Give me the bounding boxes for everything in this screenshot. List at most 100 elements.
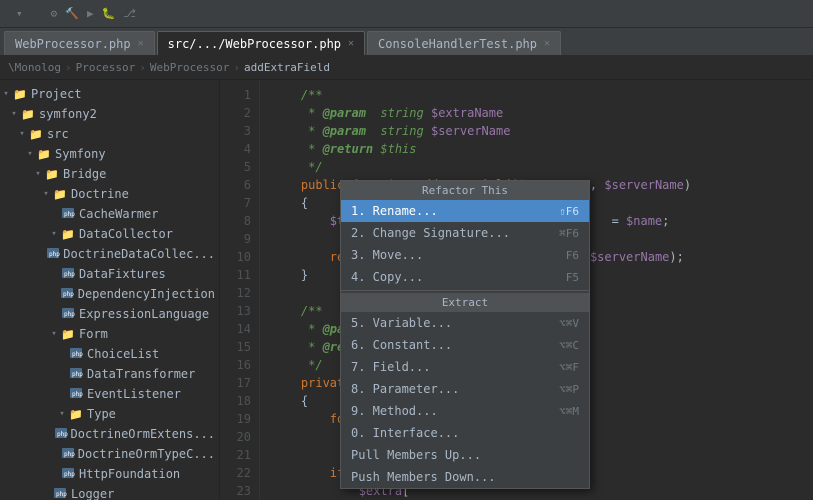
- tree-item[interactable]: ▾📁Project: [0, 84, 219, 104]
- tree-item[interactable]: phpDoctrineOrmTypeC...: [0, 444, 219, 464]
- code-editor[interactable]: 1234567891011121314151617181920212223242…: [220, 80, 813, 500]
- tree-item-label: DataCollector: [79, 227, 173, 241]
- tree-arrow-icon[interactable]: ▾: [24, 149, 36, 159]
- tree-item-label: Project: [31, 87, 82, 101]
- git-icon[interactable]: ⎇: [121, 5, 138, 22]
- menu-item-method[interactable]: 9. Method...⌥⌘M: [341, 400, 589, 422]
- menu-item-pull_up[interactable]: Pull Members Up...: [341, 444, 589, 466]
- menu-item-label: 8. Parameter...: [351, 382, 459, 396]
- menu-item-variable[interactable]: 5. Variable...⌥⌘V: [341, 312, 589, 334]
- file-icon: php: [46, 246, 60, 263]
- tree-item-label: Doctrine: [71, 187, 129, 201]
- tree-item[interactable]: phpExpressionLanguage: [0, 304, 219, 324]
- svg-text:php: php: [72, 371, 83, 378]
- svg-text:php: php: [64, 311, 75, 318]
- tree-item[interactable]: ▾📁Bridge: [0, 164, 219, 184]
- tree-item-label: ChoiceList: [87, 347, 159, 361]
- tree-arrow-icon[interactable]: ▾: [32, 169, 44, 179]
- svg-text:php: php: [64, 271, 75, 278]
- tree-arrow-icon[interactable]: ▾: [48, 329, 60, 339]
- tree-item-label: Logger: [71, 487, 114, 500]
- context-menu[interactable]: Refactor This1. Rename...⇧F62. Change Si…: [340, 180, 590, 489]
- tab-close-icon[interactable]: ✕: [348, 38, 354, 49]
- file-tree[interactable]: ▾📁Project▾📁symfony2▾📁src▾📁Symfony▾📁Bridg…: [0, 80, 220, 500]
- tree-arrow-icon[interactable]: ▾: [8, 109, 20, 119]
- build-icon[interactable]: 🔨: [63, 5, 81, 22]
- file-icon: php: [54, 426, 68, 443]
- tree-item[interactable]: php DataTransformer: [0, 364, 219, 384]
- tree-item[interactable]: phpDependencyInjection: [0, 284, 219, 304]
- tree-item[interactable]: phpChoiceList: [0, 344, 219, 364]
- breadcrumb-item[interactable]: WebProcessor: [150, 61, 229, 74]
- tree-item[interactable]: phpEventListener: [0, 384, 219, 404]
- file-icon: php: [52, 486, 68, 500]
- tab-close-icon[interactable]: ✕: [138, 38, 144, 49]
- tab-tab1[interactable]: WebProcessor.php ✕: [4, 31, 155, 55]
- menu-item-shortcut: ⌥⌘M: [559, 405, 579, 418]
- folder-icon: 📁: [60, 328, 76, 341]
- tree-item[interactable]: phpLogger: [0, 484, 219, 500]
- context-menu-overlay: Refactor This1. Rename...⇧F62. Change Si…: [220, 80, 813, 500]
- menu-item-label: 5. Variable...: [351, 316, 452, 330]
- svg-text:php: php: [64, 211, 75, 218]
- menu-item-interface[interactable]: 0. Interface...: [341, 422, 589, 444]
- menu-item-change_sig[interactable]: 2. Change Signature...⌘F6: [341, 222, 589, 244]
- tree-item-label: DoctrineOrmExtens...: [71, 427, 216, 441]
- tree-item-label: DoctrineOrmTypeC...: [78, 447, 215, 461]
- menu-item-field[interactable]: 7. Field...⌥⌘F: [341, 356, 589, 378]
- tree-item[interactable]: phpDoctrineDataCollec...: [0, 244, 219, 264]
- tree-item[interactable]: ▾📁Doctrine: [0, 184, 219, 204]
- tab-tab2[interactable]: src/.../WebProcessor.php✕: [157, 31, 365, 55]
- menu-item-label: Push Members Down...: [351, 470, 496, 484]
- tree-item[interactable]: ▾📁Symfony: [0, 144, 219, 164]
- tree-item[interactable]: ▾📁src: [0, 124, 219, 144]
- tree-item-label: DataTransformer: [87, 367, 195, 381]
- tree-item[interactable]: phpDataFixtures: [0, 264, 219, 284]
- breadcrumb-separator: ›: [233, 61, 240, 74]
- tree-arrow-icon[interactable]: ▾: [40, 189, 52, 199]
- menu-item-rename[interactable]: 1. Rename...⇧F6: [341, 200, 589, 222]
- folder-icon: 📁: [44, 168, 60, 181]
- menu-item-label: 0. Interface...: [351, 426, 459, 440]
- run-icon[interactable]: ▶: [85, 5, 96, 22]
- settings-icon[interactable]: ⚙: [49, 5, 60, 22]
- breadcrumb-item[interactable]: Processor: [76, 61, 136, 74]
- debug-icon[interactable]: 🐛: [100, 5, 118, 22]
- menu-item-push_down[interactable]: Push Members Down...: [341, 466, 589, 488]
- folder-icon: 📁: [60, 228, 76, 241]
- menu-item-parameter[interactable]: 8. Parameter...⌥⌘P: [341, 378, 589, 400]
- tree-item-label: Type: [87, 407, 116, 421]
- tree-item[interactable]: ▾📁symfony2: [0, 104, 219, 124]
- tree-item[interactable]: ▾📁Type: [0, 404, 219, 424]
- menu-item-label: 4. Copy...: [351, 270, 423, 284]
- tab-close-icon[interactable]: ✕: [544, 38, 550, 49]
- tree-item[interactable]: ▾📁DataCollector: [0, 224, 219, 244]
- file-icon: php: [59, 286, 75, 303]
- menu-item-shortcut: F5: [566, 271, 579, 284]
- tab-tab3[interactable]: ConsoleHandlerTest.php✕: [367, 31, 561, 55]
- menu-item-copy[interactable]: 4. Copy... F5: [341, 266, 589, 288]
- menu-item-label: Pull Members Up...: [351, 448, 481, 462]
- menu-item-label: 6. Constant...: [351, 338, 452, 352]
- tree-item[interactable]: phpDoctrineOrmExtens...: [0, 424, 219, 444]
- menu-item-shortcut: F6: [566, 249, 579, 262]
- chevron-down-icon[interactable]: ▾: [14, 5, 25, 22]
- menu-item-constant[interactable]: 6. Constant...⌥⌘C: [341, 334, 589, 356]
- tree-item[interactable]: phpHttpFoundation: [0, 464, 219, 484]
- tree-arrow-icon[interactable]: ▾: [56, 409, 68, 419]
- tabs-bar: WebProcessor.php✕src/.../WebProcessor.ph…: [0, 28, 813, 56]
- menu-item-label: 3. Move...: [351, 248, 423, 262]
- tree-item-label: Bridge: [63, 167, 106, 181]
- tree-item[interactable]: phpCacheWarmer: [0, 204, 219, 224]
- tree-arrow-icon[interactable]: ▾: [0, 89, 12, 99]
- tab-label: WebProcessor.php: [15, 37, 131, 51]
- title-bar: ▾ ⚙ 🔨 ▶ 🐛 ⎇: [0, 0, 813, 28]
- breadcrumb-item[interactable]: \Monolog: [8, 61, 61, 74]
- menu-item-move[interactable]: 3. Move... F6: [341, 244, 589, 266]
- breadcrumb-item: addExtraField: [244, 61, 330, 74]
- tree-arrow-icon[interactable]: ▾: [48, 229, 60, 239]
- tree-item[interactable]: ▾📁Form: [0, 324, 219, 344]
- tree-item-label: HttpFoundation: [79, 467, 180, 481]
- tree-arrow-icon[interactable]: ▾: [16, 129, 28, 139]
- title-bar-left: ▾: [8, 5, 37, 22]
